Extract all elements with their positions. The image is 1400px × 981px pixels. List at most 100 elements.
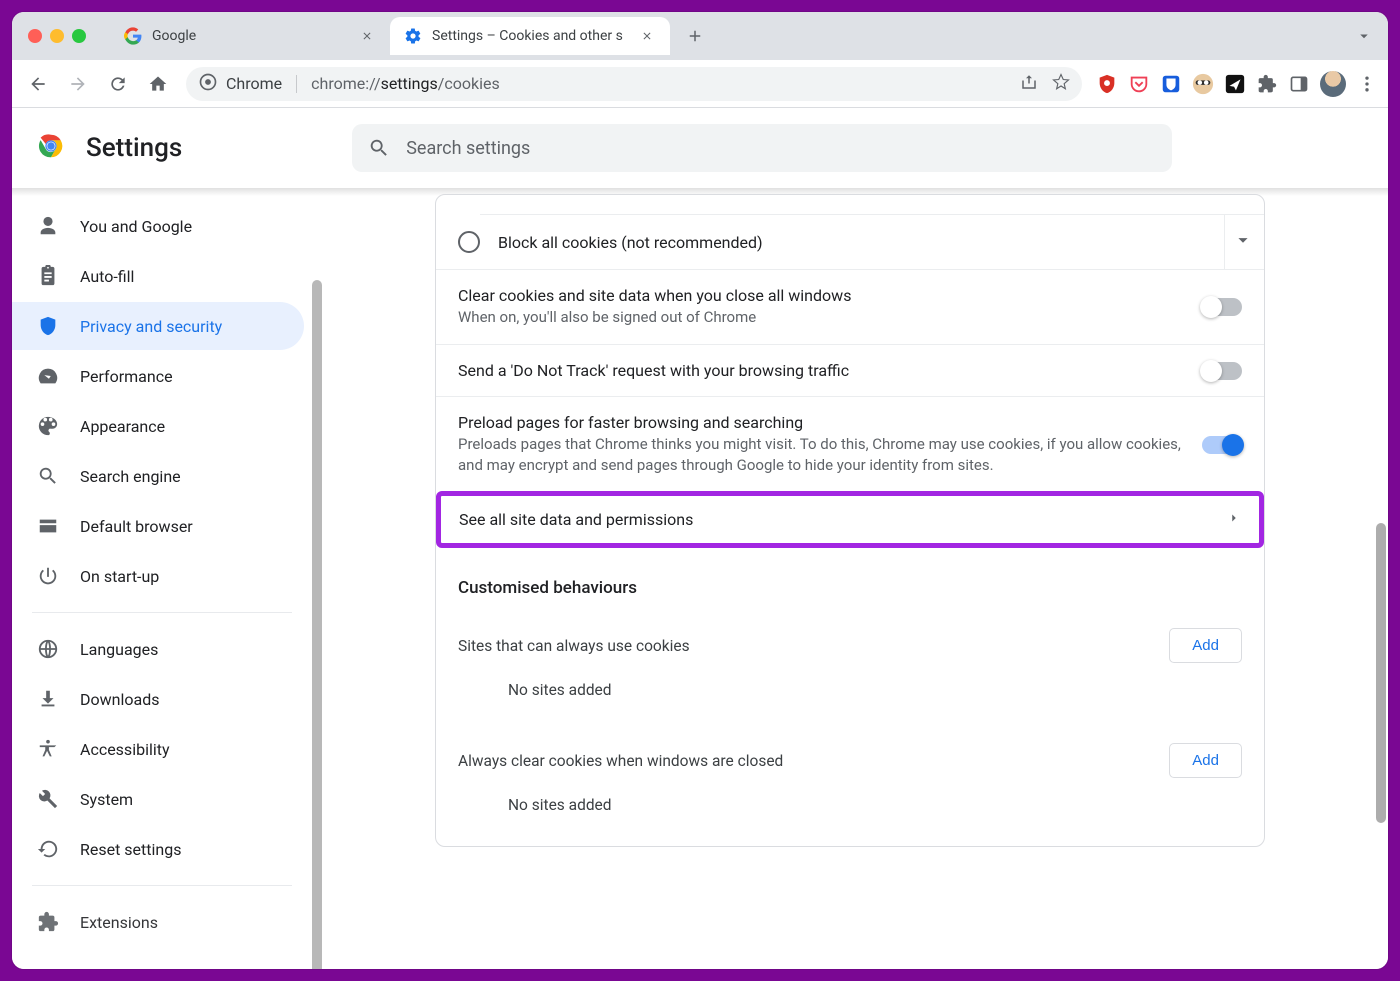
chevron-down-icon[interactable]	[1232, 229, 1254, 255]
settings-sidebar: You and Google Auto-fill Privacy and sec…	[12, 188, 312, 969]
sidebar-item-languages[interactable]: Languages	[12, 625, 304, 673]
chrome-window: Google Settings – Cookies and other s	[12, 12, 1388, 969]
window-maximize-icon[interactable]	[72, 29, 86, 43]
tab-google[interactable]: Google	[110, 17, 390, 55]
browser-window-icon	[36, 514, 60, 538]
radio-unchecked-icon[interactable]	[458, 231, 480, 253]
settings-search-input[interactable]: Search settings	[352, 124, 1172, 172]
sidebar-item-performance[interactable]: Performance	[12, 352, 304, 400]
row-title: Clear cookies and site data when you clo…	[458, 286, 1184, 305]
window-close-icon[interactable]	[28, 29, 42, 43]
sidebar-label: On start-up	[80, 567, 159, 586]
profile-avatar-icon[interactable]	[1320, 71, 1346, 97]
pocket-icon[interactable]	[1128, 73, 1150, 95]
sidebar-label: Default browser	[80, 517, 193, 536]
sidebar-label: Reset settings	[80, 840, 181, 859]
sidebar-label: Search engine	[80, 467, 181, 486]
sidebar-item-default-browser[interactable]: Default browser	[12, 502, 304, 550]
sidebar-item-autofill[interactable]: Auto-fill	[12, 252, 304, 300]
side-panel-icon[interactable]	[1288, 73, 1310, 95]
send-icon[interactable]	[1224, 73, 1246, 95]
chevron-right-icon	[1227, 510, 1241, 529]
sidebar-item-system[interactable]: System	[12, 775, 304, 823]
sidebar-separator	[32, 885, 292, 886]
sidebar-item-you-and-google[interactable]: You and Google	[12, 202, 304, 250]
add-button[interactable]: Add	[1169, 743, 1242, 778]
page-scrollbar[interactable]	[1376, 523, 1386, 823]
settings-header: Settings Search settings	[12, 108, 1388, 188]
kebab-menu-icon[interactable]	[1356, 73, 1378, 95]
row-subtitle: Preloads pages that Chrome thinks you mi…	[458, 434, 1184, 476]
toggle-off[interactable]	[1202, 298, 1242, 316]
tab-google-close-icon[interactable]	[358, 27, 376, 45]
reload-button[interactable]	[102, 68, 134, 100]
empty-state: No sites added	[458, 778, 1242, 838]
row-title: See all site data and permissions	[459, 510, 1227, 529]
sidebar-label: Auto-fill	[80, 267, 134, 286]
sidebar-label: Accessibility	[80, 740, 170, 759]
bookmark-star-icon[interactable]	[1052, 73, 1070, 95]
home-button[interactable]	[142, 68, 174, 100]
sidebar-item-reset[interactable]: Reset settings	[12, 825, 304, 873]
sidebar-item-extensions[interactable]: Extensions	[12, 898, 304, 946]
add-button[interactable]: Add	[1169, 628, 1242, 663]
sidebar-label: Performance	[80, 367, 173, 386]
speedometer-icon	[36, 364, 60, 388]
bitwarden-icon[interactable]	[1160, 73, 1182, 95]
toggle-on[interactable]	[1202, 436, 1242, 454]
share-icon[interactable]	[1020, 73, 1038, 95]
tab-settings-close-icon[interactable]	[638, 27, 656, 45]
empty-state: No sites added	[458, 663, 1242, 723]
ublock-icon[interactable]	[1096, 73, 1118, 95]
extension-avatar-icon[interactable]	[1192, 73, 1214, 95]
download-icon	[36, 687, 60, 711]
toggle-off[interactable]	[1202, 362, 1242, 380]
browser-toolbar: Chrome chrome://settings/cookies	[12, 60, 1388, 108]
cookies-card: Block all cookies (not recommended) Clea…	[435, 194, 1265, 847]
row-title: Preload pages for faster browsing and se…	[458, 413, 1184, 432]
shield-icon	[36, 314, 60, 338]
row-title: Block all cookies (not recommended)	[498, 233, 1206, 252]
sidebar-item-accessibility[interactable]: Accessibility	[12, 725, 304, 773]
sidebar-item-search-engine[interactable]: Search engine	[12, 452, 304, 500]
address-bar[interactable]: Chrome chrome://settings/cookies	[186, 67, 1082, 101]
sidebar-item-on-startup[interactable]: On start-up	[12, 552, 304, 600]
row-subtitle: When on, you'll also be signed out of Ch…	[458, 307, 1184, 328]
block-label: Always clear cookies when windows are cl…	[458, 752, 1169, 770]
back-button[interactable]	[22, 68, 54, 100]
tab-settings-title: Settings – Cookies and other s	[432, 28, 628, 44]
sidebar-item-privacy[interactable]: Privacy and security	[12, 302, 304, 350]
power-icon	[36, 564, 60, 588]
tab-settings[interactable]: Settings – Cookies and other s	[390, 17, 670, 55]
section-customised-behaviours: Customised behaviours	[436, 548, 1264, 608]
sidebar-label: System	[80, 790, 133, 809]
sidebar-label: Downloads	[80, 690, 159, 709]
tab-strip: Google Settings – Cookies and other s	[12, 12, 1388, 60]
extension-icons	[1096, 71, 1378, 97]
sidebar-item-downloads[interactable]: Downloads	[12, 675, 304, 723]
sidebar-item-appearance[interactable]: Appearance	[12, 402, 304, 450]
sidebar-label: You and Google	[80, 217, 192, 236]
sidebar-separator	[32, 612, 292, 613]
settings-app: Settings Search settings You and Google …	[12, 108, 1388, 969]
sidebar-label: Extensions	[80, 913, 158, 932]
chrome-page-icon	[198, 72, 218, 96]
search-icon	[36, 464, 60, 488]
extensions-puzzle-icon[interactable]	[1256, 73, 1278, 95]
extensions-icon	[36, 910, 60, 934]
row-title: Send a 'Do Not Track' request with your …	[458, 361, 1184, 380]
block-always-clear-cookies: Always clear cookies when windows are cl…	[436, 723, 1264, 846]
person-icon	[36, 214, 60, 238]
macos-window-controls	[28, 29, 86, 43]
app-title: Settings	[86, 133, 182, 163]
new-tab-button[interactable]	[680, 21, 710, 51]
window-minimize-icon[interactable]	[50, 29, 64, 43]
forward-button[interactable]	[62, 68, 94, 100]
main-content: Block all cookies (not recommended) Clea…	[312, 188, 1388, 969]
tabs-dropdown-icon[interactable]	[1354, 26, 1374, 46]
row-clear-cookies-on-close: Clear cookies and site data when you clo…	[436, 269, 1264, 344]
row-see-all-site-data[interactable]: See all site data and permissions	[436, 491, 1264, 548]
omnibox-url: chrome://settings/cookies	[311, 74, 500, 93]
row-preload-pages: Preload pages for faster browsing and se…	[436, 396, 1264, 492]
row-block-all-cookies[interactable]: Block all cookies (not recommended)	[436, 215, 1264, 269]
